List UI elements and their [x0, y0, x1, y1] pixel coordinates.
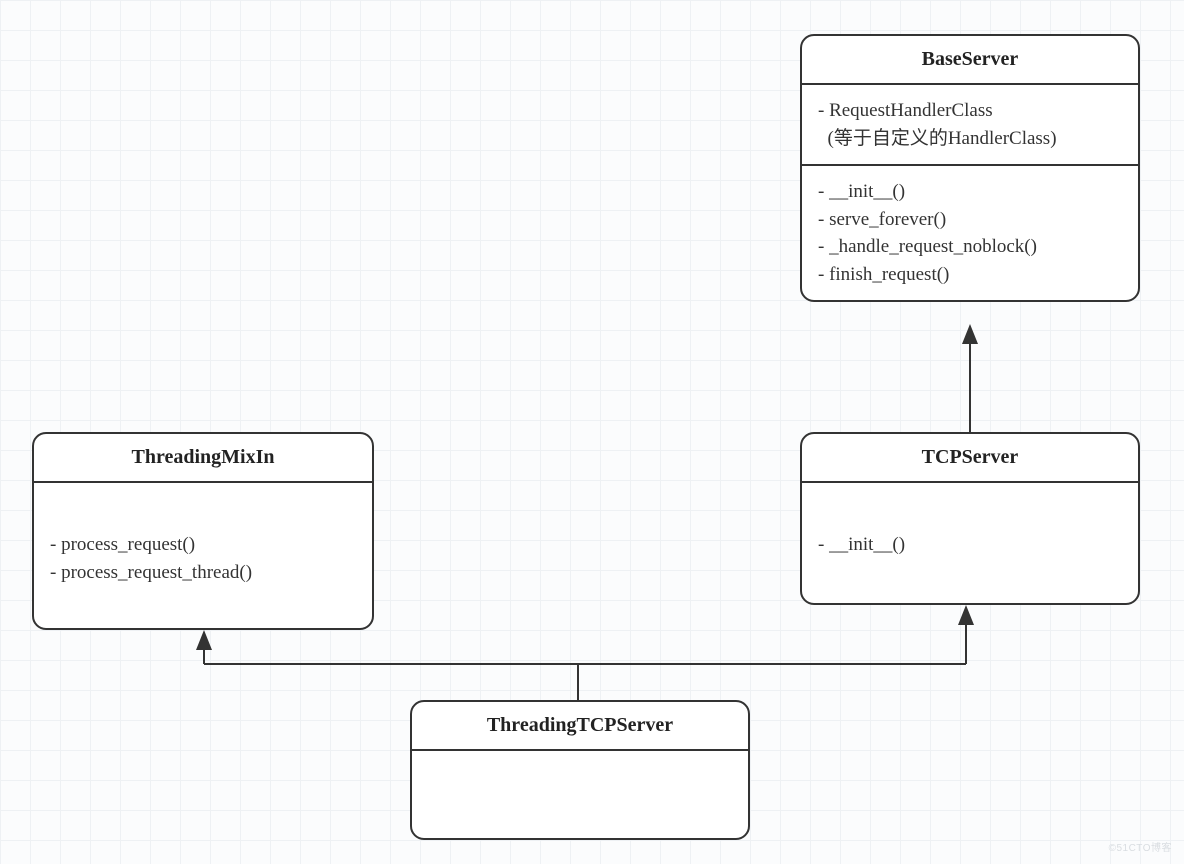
class-methods: - __init__() - serve_forever() - _handle… [802, 166, 1138, 300]
class-attributes: - RequestHandlerClass (等于自定义的HandlerClas… [802, 85, 1138, 166]
arrow-tcpserver-to-baseserver [962, 324, 978, 432]
diagram-canvas: BaseServer - RequestHandlerClass (等于自定义的… [0, 0, 1184, 864]
watermark: ©51CTO博客 [1109, 839, 1172, 854]
class-base-server: BaseServer - RequestHandlerClass (等于自定义的… [800, 34, 1140, 302]
class-methods: - __init__() [802, 483, 1138, 571]
method-row: - __init__() [818, 178, 1122, 206]
class-body [412, 751, 748, 838]
class-tcp-server: TCPServer - __init__() [800, 432, 1140, 605]
class-title: ThreadingTCPServer [412, 702, 748, 751]
class-title: ThreadingMixIn [34, 434, 372, 483]
method-row: - _handle_request_noblock() [818, 233, 1122, 261]
method-row: - serve_forever() [818, 206, 1122, 234]
class-title: TCPServer [802, 434, 1138, 483]
method-row: - __init__() [818, 531, 1122, 559]
attribute-row: - RequestHandlerClass [818, 97, 1122, 125]
method-row: - finish_request() [818, 261, 1122, 289]
attribute-row: (等于自定义的HandlerClass) [818, 125, 1122, 153]
class-methods: - process_request() - process_request_th… [34, 483, 372, 598]
class-threading-tcp-server: ThreadingTCPServer [410, 700, 750, 840]
method-row: - process_request_thread() [50, 559, 356, 587]
class-title: BaseServer [802, 36, 1138, 85]
class-threading-mixin: ThreadingMixIn - process_request() - pro… [32, 432, 374, 630]
method-row: - process_request() [50, 531, 356, 559]
